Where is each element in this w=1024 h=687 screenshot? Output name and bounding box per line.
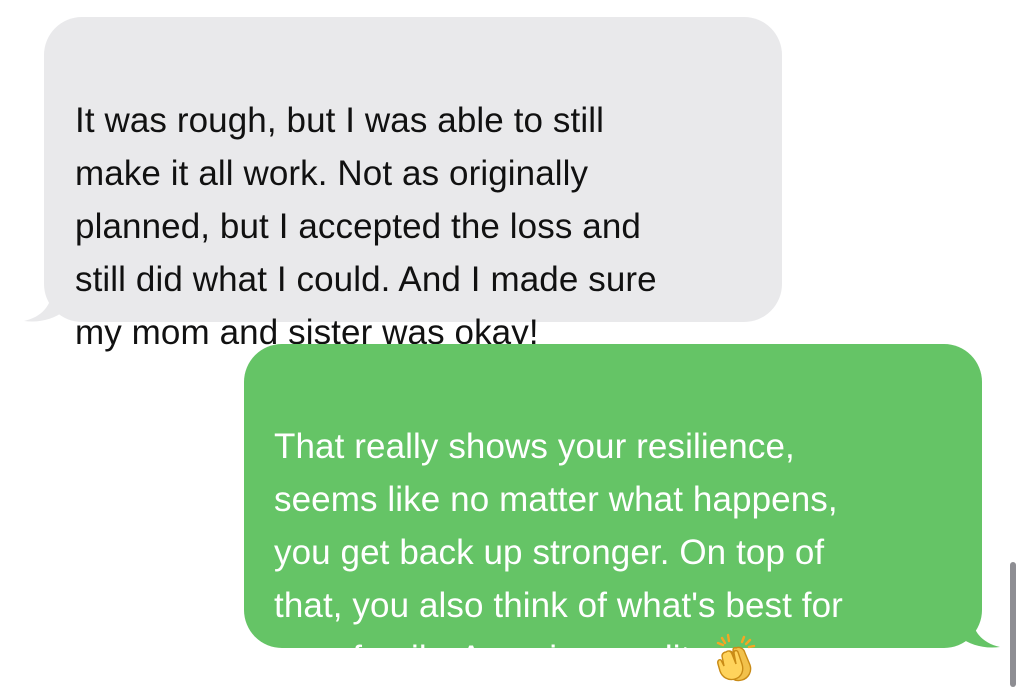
received-bubble[interactable]: It was rough, but I was able to still ma… — [44, 17, 782, 352]
sent-bubble[interactable]: That really shows your resilience, seems… — [244, 344, 982, 682]
clapping-hands-icon — [716, 633, 756, 682]
sent-message-text: That really shows your resilience, seems… — [274, 420, 962, 685]
received-message[interactable]: It was rough, but I was able to still ma… — [24, 17, 782, 352]
received-message-text: It was rough, but I was able to still ma… — [75, 101, 657, 352]
message-thread[interactable]: It was rough, but I was able to still ma… — [0, 0, 1024, 687]
scrollbar[interactable] — [1010, 562, 1016, 687]
sent-message[interactable]: That really shows your resilience, seems… — [244, 344, 1000, 682]
